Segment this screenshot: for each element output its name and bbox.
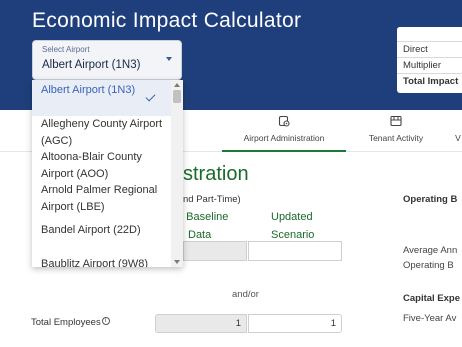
- five-year-label: Five-Year Av: [403, 313, 457, 324]
- baseline-header-line1: 9 Baseline: [177, 211, 229, 223]
- option-baublitz-airport[interactable]: Baublitz Airport (9W8): [41, 256, 169, 267]
- tab-label: V: [455, 133, 461, 143]
- option-arnold-palmer-regional-airport[interactable]: Arnold Palmer Regional Airport (LBE): [41, 182, 169, 215]
- airport-select-label: Select Airport: [42, 45, 90, 54]
- tab-overflow[interactable]: V: [452, 110, 462, 152]
- dropdown-scrollbar[interactable]: [171, 80, 183, 267]
- and-or-label: and/or: [232, 289, 259, 300]
- operating-heading: Operating B: [403, 194, 458, 205]
- tab-airport-administration[interactable]: Airport Administration: [222, 110, 346, 152]
- scroll-up-arrow-icon[interactable]: [174, 83, 180, 87]
- total-employees-label: Total Employees i: [31, 317, 110, 328]
- section-title: stration: [183, 163, 249, 185]
- impact-summary-table: Direct Multiplier Total Impact: [397, 27, 462, 93]
- building-icon: [390, 115, 402, 127]
- column-note: nd Part-Time): [183, 194, 241, 205]
- impact-row-total: Total Impact: [397, 73, 462, 89]
- tab-label: Airport Administration: [243, 133, 325, 143]
- updated-header-line1: Updated: [271, 211, 313, 223]
- scroll-thumb[interactable]: [173, 90, 181, 103]
- impact-table-header: [397, 27, 462, 41]
- info-icon[interactable]: i: [101, 317, 110, 325]
- option-bandel-airport[interactable]: Bandel Airport (22D): [41, 222, 169, 239]
- total-employees-baseline: 1: [155, 314, 247, 333]
- updated-column-header: Updated Scenario: [271, 208, 314, 244]
- airport-select-value: Albert Airport (1N3): [42, 59, 141, 71]
- scroll-down-arrow-icon[interactable]: [174, 260, 180, 264]
- chevron-down-icon[interactable]: [166, 57, 172, 61]
- operating-label: Operating B: [403, 260, 454, 271]
- baseline-column-header: 9 Baseline Data: [177, 208, 228, 244]
- airport-dropdown-list: Albert Airport (1N3) Allegheny County Ai…: [32, 80, 183, 267]
- tab-label: Tenant Activity: [368, 133, 424, 143]
- option-allegheny-county-airport[interactable]: Allegheny County Airport (AGC): [41, 116, 169, 149]
- impact-row-multiplier: Multiplier: [397, 57, 462, 73]
- capital-heading: Capital Expe: [403, 293, 461, 304]
- impact-row-direct: Direct: [397, 41, 462, 57]
- gear-icon: [278, 115, 290, 127]
- updated-input[interactable]: [248, 241, 342, 261]
- airport-select[interactable]: Select Airport Albert Airport (1N3): [32, 40, 182, 80]
- app-title: Economic Impact Calculator: [32, 9, 302, 32]
- total-employees-updated-input[interactable]: 1: [248, 314, 342, 333]
- total-employees-text: Total Employees: [31, 317, 101, 328]
- tab-tenant-activity[interactable]: Tenant Activity: [356, 110, 436, 152]
- average-annual-label: Average Ann: [403, 245, 458, 256]
- option-altoona-blair-county-airport[interactable]: Altoona-Blair County Airport (AOO): [41, 149, 169, 182]
- baseline-input: [183, 241, 247, 261]
